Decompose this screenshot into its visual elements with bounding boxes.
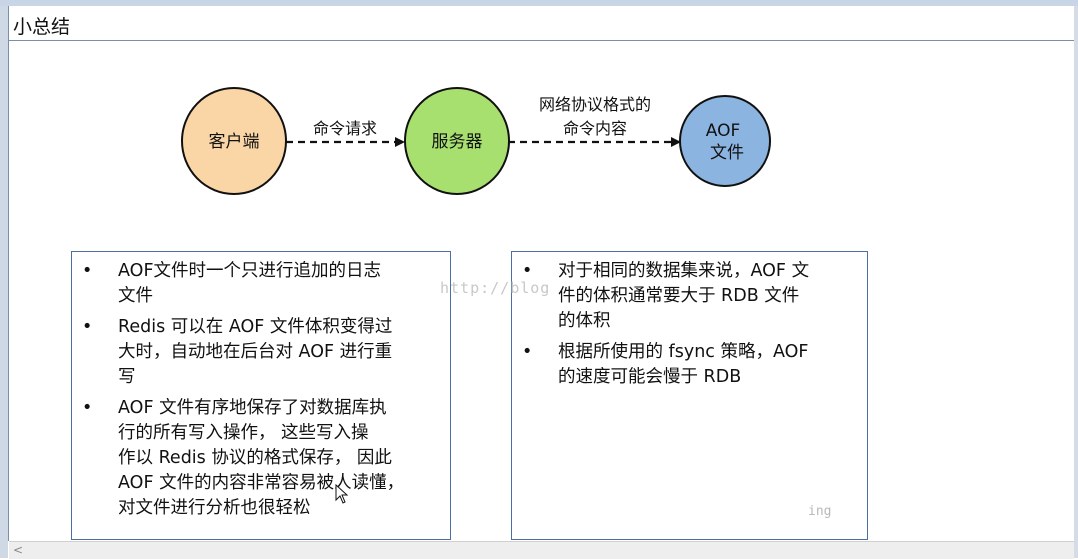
edge-label-protocol-line1: 网络协议格式的 (539, 95, 651, 114)
edge-label-command-request: 命令请求 (313, 119, 377, 138)
item-line: Redis 可以在 AOF 文件体积变得过 (118, 317, 393, 337)
item-line: AOF文件时一个只进行追加的日志 (118, 261, 382, 281)
blog-watermark: http://blog (440, 279, 551, 297)
node-aof-label-line2: 文件 (710, 143, 744, 163)
item-line: 大时，自动地在后台对 AOF 进行重 (118, 342, 393, 362)
node-server-label: 服务器 (432, 132, 483, 152)
item-line: 的体积 (558, 311, 611, 331)
node-aof-file: AOF 文件 (679, 95, 771, 187)
list-item: • Redis 可以在 AOF 文件体积变得过 大时，自动地在后台对 AOF 进… (72, 315, 450, 390)
bullet-marker: • (82, 398, 93, 418)
list-item: • 对于相同的数据集来说，AOF 文 件的体积通常要大于 RDB 文件 的体积 (512, 259, 867, 334)
list-item: • AOF文件时一个只进行追加的日志 文件 (72, 259, 450, 309)
blog-watermark-tail: ing (808, 504, 832, 519)
node-aof-label-line1: AOF (706, 121, 741, 141)
aof-drawbacks-panel: • 对于相同的数据集来说，AOF 文 件的体积通常要大于 RDB 文件 的体积 … (511, 251, 868, 540)
item-line: AOF 文件的内容非常容易被人读懂， (118, 473, 405, 493)
bullet-marker: • (82, 261, 93, 281)
bullet-marker: • (82, 317, 93, 337)
item-line: 文件 (118, 286, 153, 306)
item-line: 行的所有写入操作， 这些写入操 (118, 423, 369, 443)
node-client-label: 客户端 (209, 132, 260, 152)
scroll-left-arrow-icon[interactable]: < (13, 543, 23, 557)
node-aof-shape (679, 95, 771, 187)
list-item: • 根据所使用的 fsync 策略，AOF 的速度可能会慢于 RDB (512, 340, 867, 390)
edge-label-protocol-line2: 命令内容 (563, 119, 627, 138)
list-item: • AOF 文件有序地保存了对数据库执 行的所有写入操作， 这些写入操 作以 R… (72, 396, 450, 521)
node-server: 服务器 (404, 87, 510, 195)
item-line: 根据所使用的 fsync 策略，AOF (558, 342, 809, 362)
mouse-cursor-icon (335, 484, 349, 504)
item-line: 作以 Redis 协议的格式保存， 因此 (118, 448, 392, 468)
item-line: 件的体积通常要大于 RDB 文件 (558, 286, 800, 306)
aof-features-panel: • AOF文件时一个只进行追加的日志 文件 • Redis 可以在 AOF 文件… (71, 251, 451, 540)
item-line: AOF 文件有序地保存了对数据库执 (118, 398, 387, 418)
item-line: 写 (118, 367, 136, 387)
item-line: 的速度可能会慢于 RDB (558, 367, 742, 387)
item-line: 对于相同的数据集来说，AOF 文 (558, 261, 810, 281)
item-line: 对文件进行分析也很轻松 (118, 498, 311, 518)
node-client: 客户端 (181, 87, 287, 195)
bullet-marker: • (522, 342, 533, 362)
horizontal-scrollbar[interactable]: < (9, 541, 1074, 559)
